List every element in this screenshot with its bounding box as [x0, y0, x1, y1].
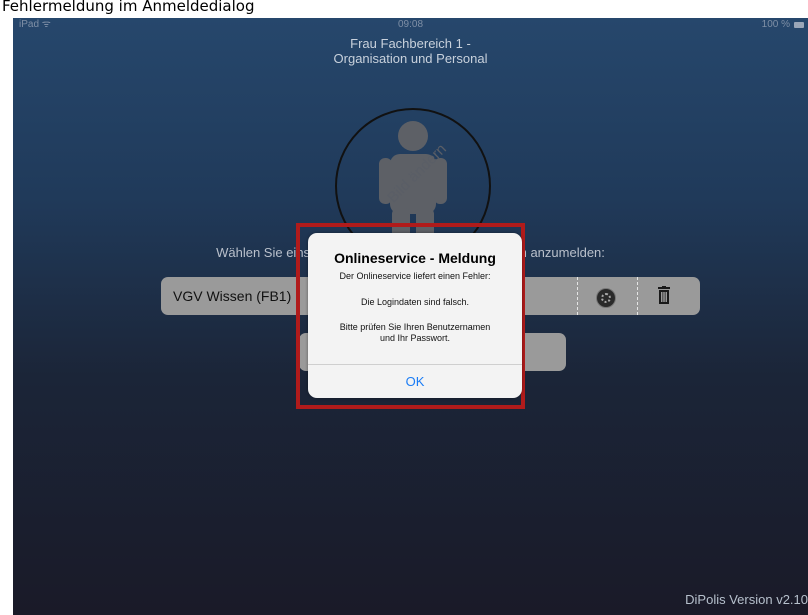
status-bar: iPad ᯤ 09:08 100 % — [13, 18, 808, 32]
caption-text: Fehlermeldung im Anmeldedialog — [2, 0, 255, 15]
row-divider — [577, 277, 578, 315]
user-title-line2: Organisation und Personal — [333, 51, 488, 66]
version-label: DiPolis Version v2.10 — [685, 592, 808, 607]
gear-icon[interactable] — [596, 288, 616, 308]
error-dialog: Onlineservice - Meldung Der Onlineservic… — [308, 233, 522, 398]
battery-icon — [794, 22, 804, 28]
document-caption: Fehlermeldung im Anmeldedialog — [0, 0, 808, 20]
row-divider — [637, 277, 638, 315]
user-title: Frau Fachbereich 1 - Organisation und Pe… — [13, 36, 808, 66]
ok-button[interactable]: OK — [308, 364, 522, 398]
trash-icon[interactable] — [658, 286, 670, 304]
dialog-title: Onlineservice - Meldung — [334, 250, 496, 266]
dialog-message-hint: Bitte prüfen Sie Ihren Benutzernamen und… — [339, 322, 491, 343]
status-battery-text: 100 % — [761, 19, 790, 30]
dialog-message-error: Der Onlineservice liefert einen Fehler: — [339, 271, 491, 281]
dialog-message-credentials: Die Logindaten sind falsch. — [360, 297, 470, 307]
ipad-screen: iPad ᯤ 09:08 100 % Frau Fachbereich 1 - … — [13, 18, 808, 615]
account-name: VGV Wissen (FB1) — [173, 288, 292, 304]
status-time: 09:08 — [397, 19, 424, 30]
user-title-line1: Frau Fachbereich 1 - — [350, 36, 471, 51]
